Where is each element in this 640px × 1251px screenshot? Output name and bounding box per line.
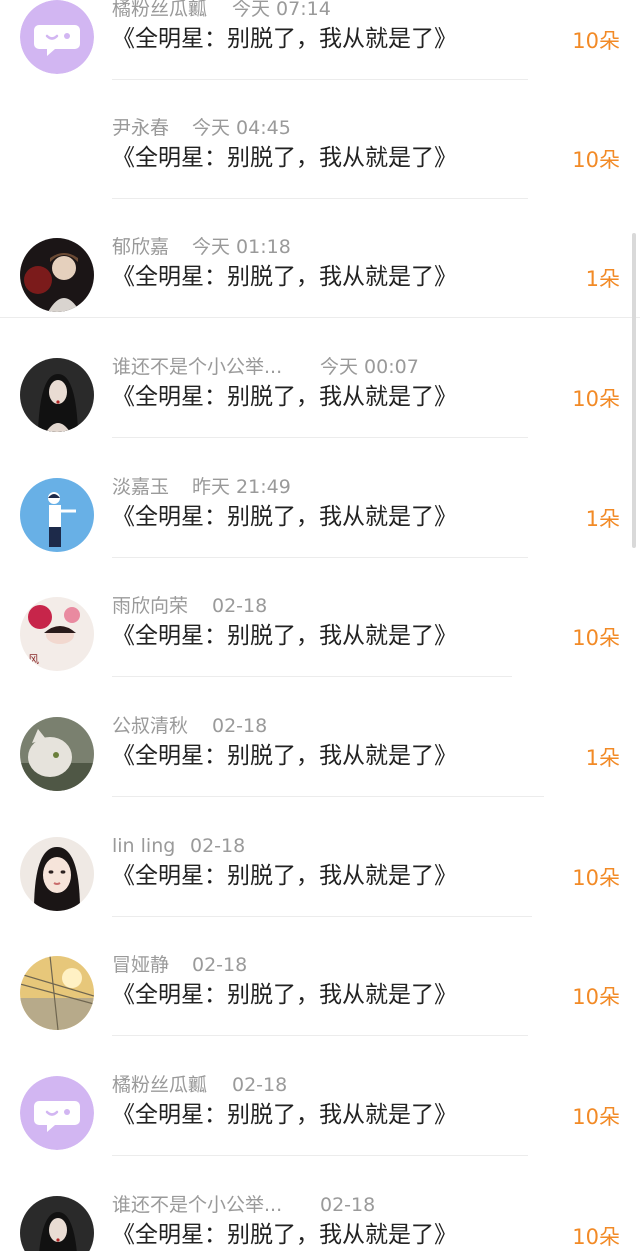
avatar[interactable] xyxy=(20,717,94,791)
avatar[interactable] xyxy=(20,0,94,74)
svg-text:风: 风 xyxy=(28,653,39,666)
flower-count: 1朵 xyxy=(585,507,620,531)
comment-text[interactable]: 《全明星：别脱了，我从就是了》 xyxy=(112,260,457,294)
divider xyxy=(112,916,532,917)
comment-meta: 冒娅静 02-18 xyxy=(112,950,247,980)
divider xyxy=(112,198,528,199)
username[interactable]: 谁还不是个小公举... xyxy=(112,352,282,382)
avatar[interactable] xyxy=(20,1196,94,1251)
comment-meta: 橘粉丝瓜瓤 今天 07:14 xyxy=(112,0,331,24)
flower-count: 10朵 xyxy=(572,387,620,411)
comment-meta: lin ling 02-18 xyxy=(112,831,245,861)
flower-count: 10朵 xyxy=(572,1105,620,1129)
avatar[interactable] xyxy=(20,837,94,911)
comment-meta: 雨欣向荣 02-18 xyxy=(112,591,267,621)
flower-count: 10朵 xyxy=(572,626,620,650)
flower-count: 10朵 xyxy=(572,866,620,890)
username[interactable]: 公叔清秋 xyxy=(112,711,188,741)
username[interactable]: 橘粉丝瓜瓤 xyxy=(112,0,207,24)
comment-meta: 橘粉丝瓜瓤 02-18 xyxy=(112,1070,287,1100)
comment-text[interactable]: 《全明星：别脱了，我从就是了》 xyxy=(112,141,457,175)
timestamp: 02-18 xyxy=(212,595,268,617)
username[interactable]: 雨欣向荣 xyxy=(112,591,188,621)
flower-count: 1朵 xyxy=(585,267,620,291)
divider xyxy=(112,79,528,80)
username[interactable]: 谁还不是个小公举... xyxy=(112,1190,282,1220)
avatar[interactable] xyxy=(20,358,94,432)
username[interactable]: 冒娅静 xyxy=(112,950,169,980)
divider xyxy=(112,676,512,677)
comment-meta: 谁还不是个小公举... 今天 00:07 xyxy=(112,352,419,382)
comment-list[interactable]: 橘粉丝瓜瓤 今天 07:14 《全明星：别脱了，我从就是了》 10朵 尹永春 今… xyxy=(0,0,640,1251)
comment-item[interactable]: 橘粉丝瓜瓤 今天 07:14 《全明星：别脱了，我从就是了》 10朵 xyxy=(0,0,640,114)
username[interactable]: 淡嘉玉 xyxy=(112,472,169,502)
comment-text[interactable]: 《全明星：别脱了，我从就是了》 xyxy=(112,500,457,534)
comment-item[interactable]: 谁还不是个小公举... 今天 00:07 《全明星：别脱了，我从就是了》 10朵 xyxy=(0,352,640,472)
timestamp: 02-18 xyxy=(190,835,246,857)
divider xyxy=(112,437,528,438)
comment-item[interactable]: 公叔清秋 02-18 《全明星：别脱了，我从就是了》 1朵 xyxy=(0,711,640,831)
flower-count: 1朵 xyxy=(585,746,620,770)
timestamp: 今天 00:07 xyxy=(320,356,419,378)
comment-meta: 尹永春 今天 04:45 xyxy=(112,113,291,143)
comment-meta: 公叔清秋 02-18 xyxy=(112,711,267,741)
comment-meta: 谁还不是个小公举... 02-18 xyxy=(112,1190,375,1220)
divider xyxy=(0,317,640,318)
comment-text[interactable]: 《全明星：别脱了，我从就是了》 xyxy=(112,1218,457,1251)
username[interactable]: 橘粉丝瓜瓤 xyxy=(112,1070,207,1100)
comment-meta: 淡嘉玉 昨天 21:49 xyxy=(112,472,291,502)
timestamp: 02-18 xyxy=(320,1194,376,1216)
timestamp: 02-18 xyxy=(232,1074,288,1096)
timestamp: 今天 07:14 xyxy=(232,0,331,20)
flower-count: 10朵 xyxy=(572,29,620,53)
timestamp: 今天 01:18 xyxy=(192,236,291,258)
comment-item[interactable]: 橘粉丝瓜瓤 02-18 《全明星：别脱了，我从就是了》 10朵 xyxy=(0,1070,640,1190)
flower-count: 10朵 xyxy=(572,985,620,1009)
divider xyxy=(112,557,528,558)
comment-item[interactable]: lin ling 02-18 《全明星：别脱了，我从就是了》 10朵 xyxy=(0,831,640,951)
comment-item[interactable]: 风 雨欣向荣 02-18 《全明星：别脱了，我从就是了》 10朵 xyxy=(0,591,640,711)
comment-item[interactable]: 冒娅静 02-18 《全明星：别脱了，我从就是了》 10朵 xyxy=(0,950,640,1070)
divider xyxy=(112,796,544,797)
avatar[interactable] xyxy=(20,1076,94,1150)
comment-meta: 郁欣嘉 今天 01:18 xyxy=(112,232,291,262)
avatar[interactable] xyxy=(20,956,94,1030)
username[interactable]: 尹永春 xyxy=(112,113,169,143)
comment-text[interactable]: 《全明星：别脱了，我从就是了》 xyxy=(112,739,457,773)
avatar[interactable]: 风 xyxy=(20,597,94,671)
comment-text[interactable]: 《全明星：别脱了，我从就是了》 xyxy=(112,859,457,893)
timestamp: 02-18 xyxy=(192,954,248,976)
comment-item[interactable]: 尹永春 今天 04:45 《全明星：别脱了，我从就是了》 10朵 xyxy=(0,113,640,233)
flower-count: 10朵 xyxy=(572,148,620,172)
timestamp: 02-18 xyxy=(212,715,268,737)
username[interactable]: 郁欣嘉 xyxy=(112,232,169,262)
comment-item[interactable]: 谁还不是个小公举... 02-18 《全明星：别脱了，我从就是了》 10朵 xyxy=(0,1190,640,1251)
comment-item[interactable]: 郁欣嘉 今天 01:18 《全明星：别脱了，我从就是了》 1朵 xyxy=(0,232,640,352)
comment-text[interactable]: 《全明星：别脱了，我从就是了》 xyxy=(112,22,457,56)
comment-text[interactable]: 《全明星：别脱了，我从就是了》 xyxy=(112,619,457,653)
comment-text[interactable]: 《全明星：别脱了，我从就是了》 xyxy=(112,1098,457,1132)
username[interactable]: lin ling xyxy=(112,831,175,861)
scrollbar[interactable] xyxy=(632,233,636,548)
comment-text[interactable]: 《全明星：别脱了，我从就是了》 xyxy=(112,380,457,414)
comment-text[interactable]: 《全明星：别脱了，我从就是了》 xyxy=(112,978,457,1012)
divider xyxy=(112,1155,528,1156)
avatar[interactable] xyxy=(20,478,94,552)
divider xyxy=(112,1035,528,1036)
timestamp: 昨天 21:49 xyxy=(192,476,291,498)
timestamp: 今天 04:45 xyxy=(192,117,291,139)
avatar[interactable] xyxy=(20,238,94,312)
comment-item[interactable]: 淡嘉玉 昨天 21:49 《全明星：别脱了，我从就是了》 1朵 xyxy=(0,472,640,592)
flower-count: 10朵 xyxy=(572,1225,620,1249)
